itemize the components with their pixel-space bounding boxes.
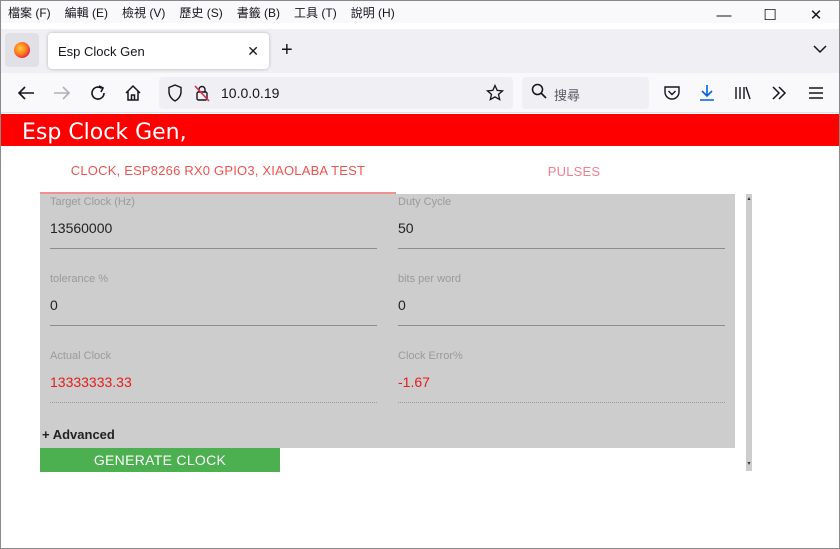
shield-icon[interactable]: [167, 84, 183, 106]
menu-view[interactable]: 檢視 (V): [121, 4, 166, 21]
tab-pulses[interactable]: PULSES: [396, 148, 752, 194]
tab-clock[interactable]: CLOCK, ESP8266 RX0 GPIO3, XIAOLABA TEST: [40, 148, 396, 194]
menu-bookmarks[interactable]: 書籤 (B): [236, 4, 281, 21]
tolerance-field[interactable]: tolerance % 0: [50, 271, 377, 327]
duty-cycle-field[interactable]: Duty Cycle 50: [398, 194, 725, 250]
actual-clock-field: Actual Clock 13333333.33: [50, 348, 377, 404]
forward-arrow-icon[interactable]: [51, 82, 73, 104]
clock-error-label: Clock Error%: [398, 350, 463, 362]
page-tabs: CLOCK, ESP8266 RX0 GPIO3, XIAOLABA TEST …: [40, 148, 736, 194]
menu-file[interactable]: 檔案 (F): [7, 4, 52, 21]
target-clock-field[interactable]: Target Clock (Hz) 13560000: [50, 194, 377, 250]
firefox-view-button[interactable]: [5, 33, 39, 67]
menu-tools[interactable]: 工具 (T): [293, 4, 338, 21]
window-controls: — ☐ ✕: [701, 1, 839, 29]
menu-history[interactable]: 歷史 (S): [178, 4, 223, 21]
duty-cycle-label: Duty Cycle: [398, 196, 452, 208]
address-bar[interactable]: 10.0.0.19: [159, 77, 513, 109]
tolerance-input[interactable]: 0: [50, 297, 58, 313]
bits-per-word-label: bits per word: [398, 273, 461, 285]
app-title: Esp Clock Gen,: [22, 120, 187, 145]
insecure-lock-icon[interactable]: [194, 84, 210, 106]
bits-per-word-field[interactable]: bits per word 0: [398, 271, 725, 327]
scroll-up-arrow-icon[interactable]: ▴: [746, 196, 752, 202]
target-clock-input[interactable]: 13560000: [50, 220, 112, 236]
star-bookmark-icon[interactable]: [485, 83, 505, 106]
generate-clock-button[interactable]: GENERATE CLOCK: [40, 448, 280, 472]
input-underline: [50, 402, 377, 403]
close-window-button[interactable]: ✕: [793, 1, 839, 29]
input-underline: [50, 248, 377, 249]
library-icon[interactable]: [732, 82, 754, 104]
advanced-toggle[interactable]: + Advanced: [42, 427, 115, 442]
target-clock-label: Target Clock (Hz): [50, 196, 135, 208]
browser-tab[interactable]: Esp Clock Gen ✕: [48, 33, 269, 69]
tab-title: Esp Clock Gen: [58, 43, 145, 59]
clock-error-value: -1.67: [398, 374, 430, 390]
clock-panel: Target Clock (Hz) 13560000 Duty Cycle 50…: [40, 194, 735, 448]
new-tab-button[interactable]: +: [281, 39, 293, 61]
actual-clock-label: Actual Clock: [50, 350, 112, 362]
input-underline: [50, 325, 377, 326]
actual-clock-value: 13333333.33: [50, 374, 132, 390]
search-bar[interactable]: 搜尋: [522, 77, 649, 109]
tab-strip: Esp Clock Gen ✕ +: [1, 29, 839, 73]
navigation-toolbar: 10.0.0.19 搜尋: [1, 73, 839, 113]
firefox-icon: [14, 42, 30, 58]
back-arrow-icon[interactable]: [15, 82, 37, 104]
scrollbar[interactable]: [746, 194, 752, 471]
chevron-down-icon[interactable]: [813, 41, 827, 57]
duty-cycle-input[interactable]: 50: [398, 220, 414, 236]
search-icon: [531, 83, 547, 103]
pocket-icon[interactable]: [661, 82, 683, 104]
minimize-button[interactable]: —: [701, 1, 747, 29]
home-icon[interactable]: [122, 82, 144, 104]
maximize-button[interactable]: ☐: [747, 1, 793, 29]
app-header: Esp Clock Gen,: [1, 114, 839, 146]
input-underline: [398, 402, 725, 403]
clock-error-field: Clock Error% -1.67: [398, 348, 725, 404]
tolerance-label: tolerance %: [50, 273, 109, 285]
hamburger-menu-icon[interactable]: [805, 82, 827, 104]
scroll-down-arrow-icon[interactable]: ▾: [746, 461, 752, 467]
url-text[interactable]: 10.0.0.19: [221, 85, 279, 101]
search-placeholder: 搜尋: [554, 88, 581, 103]
menu-edit[interactable]: 編輯 (E): [64, 4, 109, 21]
overflow-chevrons-icon[interactable]: [768, 82, 790, 104]
input-underline: [398, 248, 725, 249]
close-tab-icon[interactable]: ✕: [247, 43, 259, 60]
download-icon[interactable]: [696, 82, 718, 104]
menu-help[interactable]: 說明 (H): [350, 4, 396, 21]
reload-icon[interactable]: [87, 82, 109, 104]
input-underline: [398, 325, 725, 326]
bits-per-word-input[interactable]: 0: [398, 297, 406, 313]
